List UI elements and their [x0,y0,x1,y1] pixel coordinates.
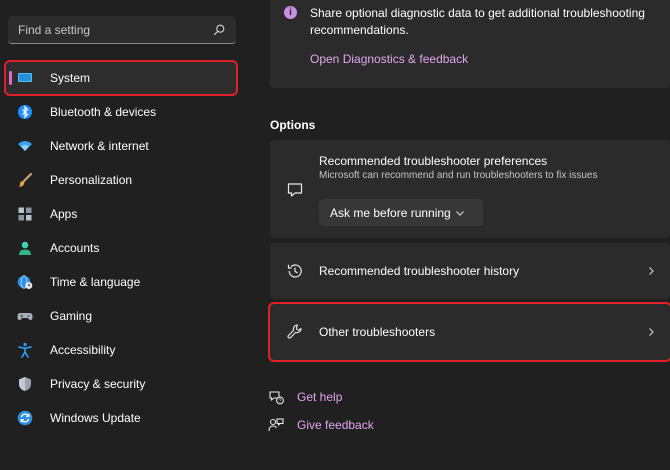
info-icon: i [284,6,297,19]
get-help-label: Get help [297,390,343,404]
sidebar-item-label: Accessibility [50,343,116,357]
history-label: Recommended troubleshooter history [319,264,520,278]
search-icon[interactable] [212,23,226,37]
person-icon [17,240,33,256]
gamepad-icon [17,308,33,324]
options-heading: Options [270,118,316,132]
preferences-title: Recommended troubleshooter preferences [319,154,548,168]
troubleshooter-history-row[interactable]: Recommended troubleshooter history [270,243,670,299]
other-troubleshooters-label: Other troubleshooters [319,325,436,339]
sidebar-item-personalization[interactable]: Personalization [6,164,236,196]
dropdown-value: Ask me before running [330,205,451,220]
apps-icon [17,206,33,222]
sidebar-item-network[interactable]: Network & internet [6,130,236,162]
troubleshooter-preference-dropdown[interactable]: Ask me before running [319,199,483,226]
other-troubleshooters-row[interactable]: Other troubleshooters [268,302,670,362]
accessibility-icon [17,342,33,358]
sidebar-item-label: Network & internet [50,139,149,153]
sidebar-item-label: Bluetooth & devices [50,105,157,119]
update-icon [17,410,33,426]
paintbrush-icon [17,172,33,188]
give-feedback-label: Give feedback [297,418,374,432]
sidebar-item-time-language[interactable]: Time & language [6,266,236,298]
diagnostics-card: i Share optional diagnostic data to get … [270,0,670,88]
sidebar-item-accessibility[interactable]: Accessibility [6,334,236,366]
selection-indicator [9,71,12,85]
sidebar-item-privacy-security[interactable]: Privacy & security [6,368,236,400]
sidebar: Find a setting System Bluetooth & device… [0,0,250,470]
chevron-right-icon [649,267,654,275]
sidebar-item-label: Apps [50,207,78,221]
sidebar-item-windows-update[interactable]: Windows Update [6,402,236,434]
sidebar-item-bluetooth[interactable]: Bluetooth & devices [6,96,236,128]
globe-clock-icon [17,274,33,290]
open-diagnostics-link[interactable]: Open Diagnostics & feedback [310,52,468,66]
sidebar-item-system[interactable]: System [4,60,238,96]
sidebar-item-apps[interactable]: Apps [6,198,236,230]
history-icon [287,264,302,278]
sidebar-item-accounts[interactable]: Accounts [6,232,236,264]
sidebar-item-gaming[interactable]: Gaming [6,300,236,332]
preferences-subtitle: Microsoft can recommend and run troubles… [319,170,598,181]
svg-text:?: ? [279,399,282,405]
sidebar-item-label: Privacy & security [50,377,146,391]
chevron-right-icon [649,328,654,336]
system-display-icon [17,70,33,86]
wrench-icon [287,324,302,339]
bluetooth-icon [17,104,33,120]
sidebar-item-label: Windows Update [50,411,141,425]
give-feedback-link[interactable]: Give feedback [268,417,374,433]
search-placeholder[interactable]: Find a setting [18,23,212,37]
sidebar-item-label: Accounts [50,241,100,255]
get-help-icon: ? [269,391,284,405]
sidebar-item-label: Personalization [50,173,133,187]
chevron-down-icon [456,210,464,216]
sidebar-item-label: Time & language [50,275,141,289]
shield-icon [17,376,33,392]
feedback-icon [268,418,284,432]
chat-bubble-icon [287,183,303,197]
sidebar-item-label: System [50,71,91,85]
sidebar-item-label: Gaming [50,309,93,323]
troubleshooter-preferences-card: Recommended troubleshooter preferences M… [270,140,670,238]
wifi-icon [17,138,33,154]
get-help-link[interactable]: ? Get help [268,389,342,405]
search-input[interactable]: Find a setting [8,16,236,44]
diagnostics-text: Share optional diagnostic data to get ad… [310,6,645,37]
